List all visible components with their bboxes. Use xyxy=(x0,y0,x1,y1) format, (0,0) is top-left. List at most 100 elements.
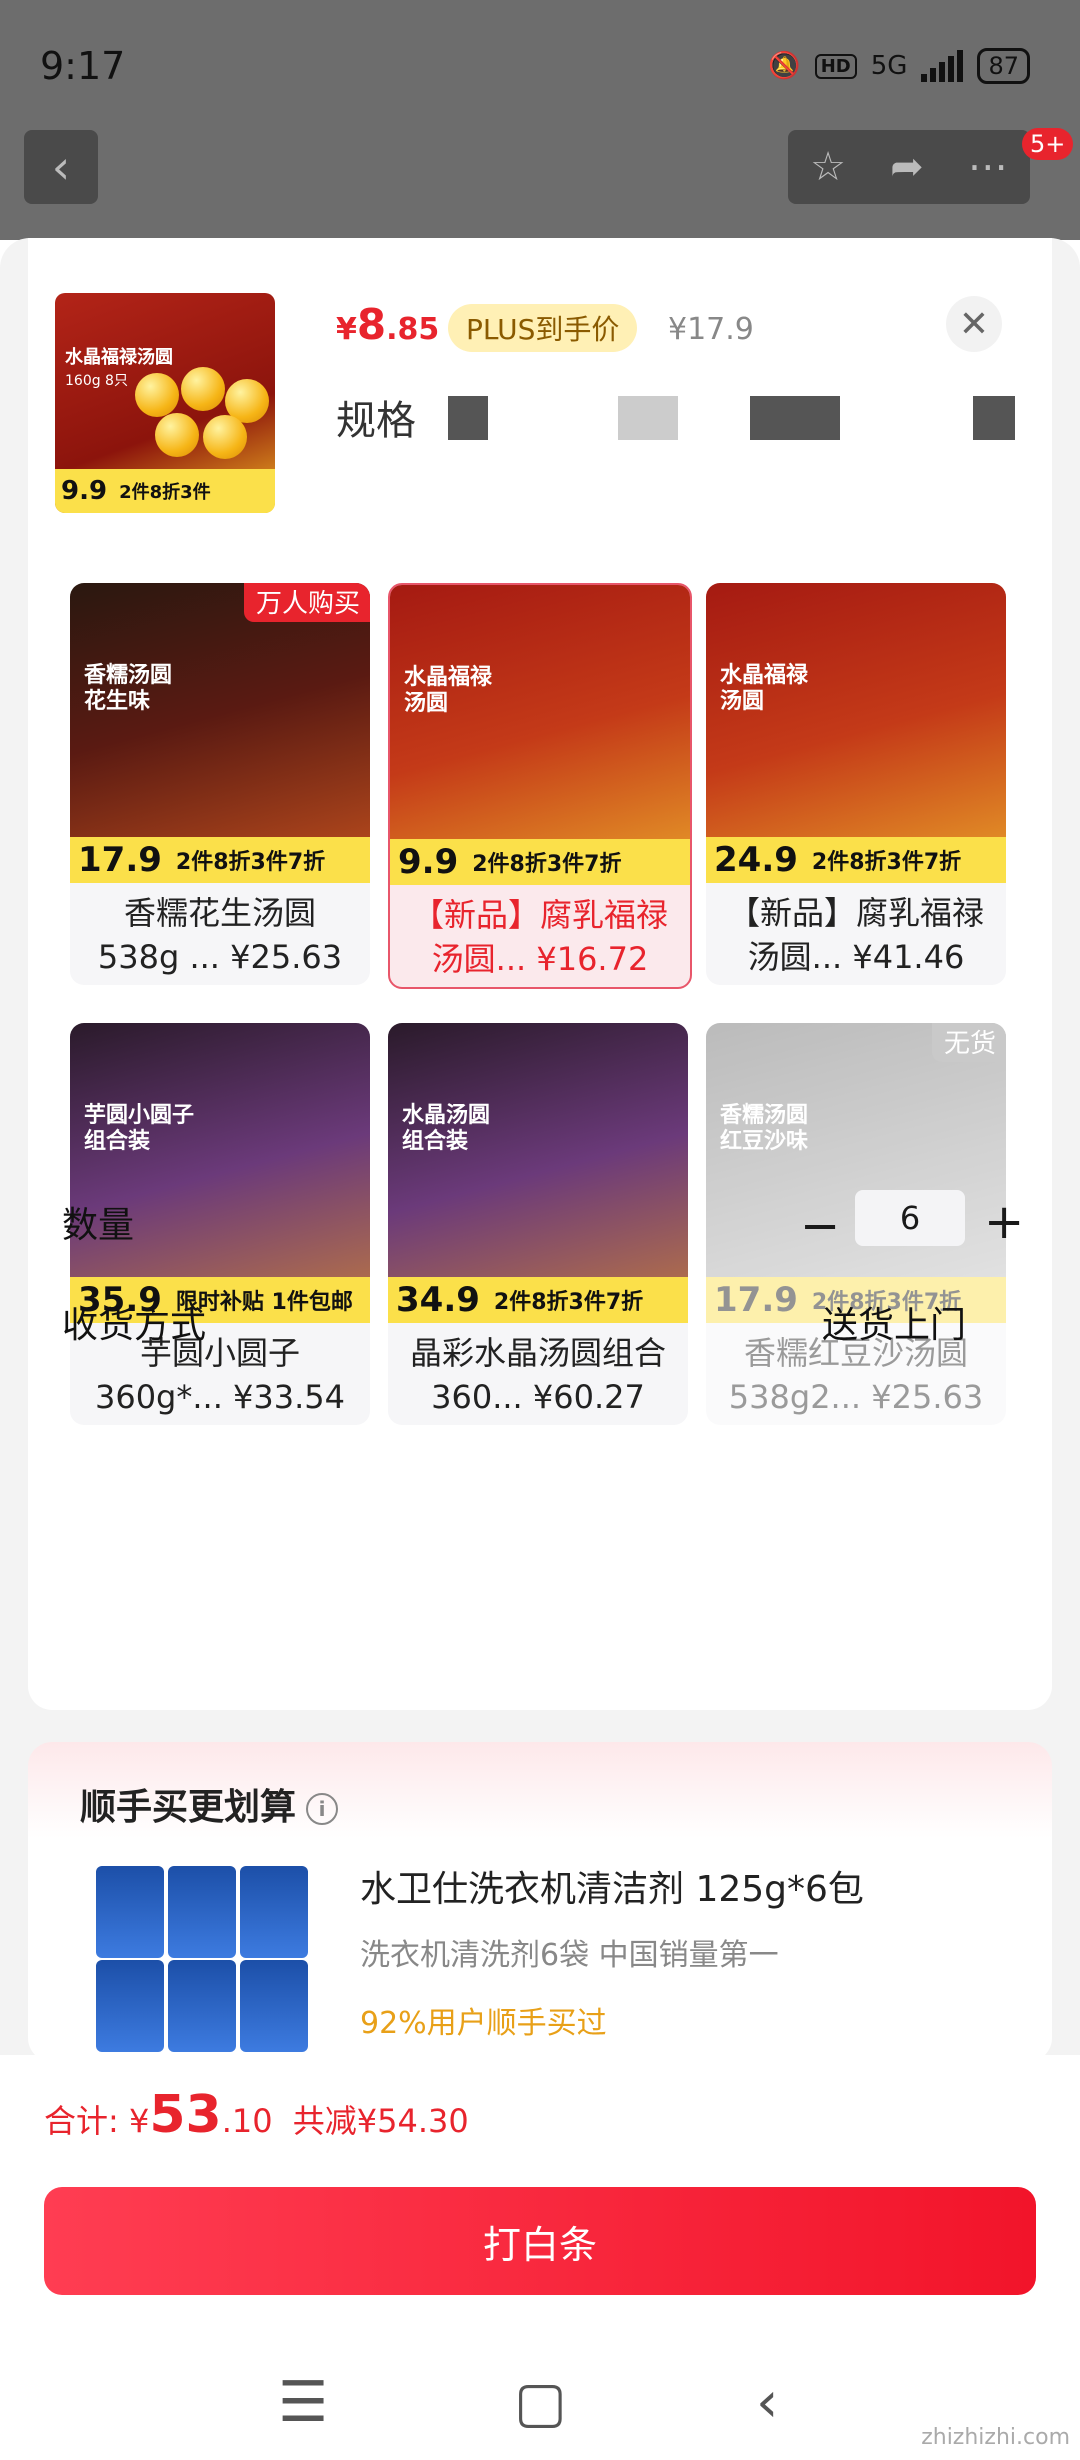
variant-promo-bar: 24.9 2件8折3件7折 xyxy=(706,837,1006,883)
total-discount: 共减¥54.30 xyxy=(292,2102,469,2140)
variant-name: 香糯花生汤圆 538g ... ¥25.63 xyxy=(70,891,370,979)
quantity-plus-button[interactable]: + xyxy=(984,1194,1024,1250)
top-actions: ☆ ➦ ⋯ xyxy=(788,130,1030,204)
price-int: 8 xyxy=(356,300,387,349)
variant-card[interactable]: 香糯汤圆 花生味 17.9 2件8折3件7折 万人购买 香糯花生汤圆 538g ..… xyxy=(70,583,370,985)
status-time: 9:17 xyxy=(40,44,126,88)
variant-image-title: 水晶福禄 汤圆 xyxy=(720,663,809,714)
back-button[interactable]: ‹ xyxy=(24,130,98,204)
close-button[interactable]: ✕ xyxy=(946,296,1002,352)
variant-image: 水晶汤圆 组合装 34.9 2件8折3件7折 xyxy=(388,1023,688,1323)
variant-image-title: 香糯汤圆 红豆沙味 xyxy=(720,1103,809,1154)
thumb-illustration xyxy=(125,363,269,463)
variant-name-line2: 360... ¥60.27 xyxy=(431,1378,645,1416)
thumb-price: 9.9 xyxy=(61,476,108,506)
recommend-product-name[interactable]: 水卫仕洗衣机清洁剂 125g*6包 xyxy=(360,1860,864,1912)
status-bar: 9:17 🔕 HD 5G 87 xyxy=(0,0,1080,130)
current-price: ¥8.85 xyxy=(336,300,439,349)
recommend-product-image[interactable] xyxy=(78,1852,322,2062)
close-icon: ✕ xyxy=(958,303,990,345)
mute-icon: 🔕 xyxy=(768,51,801,81)
system-nav-bar: ☰ ▢ ‹ xyxy=(0,2340,1080,2460)
variant-image-promo: 2件8折3件7折 xyxy=(175,850,326,875)
variant-image: 香糯汤圆 红豆沙味 17.9 2件8折3件7折 xyxy=(706,1023,1006,1323)
thumb-sub: 160g 8只 xyxy=(65,373,128,389)
variant-image-price: 9.9 xyxy=(398,842,459,882)
variant-name-line2: 538g2... ¥25.63 xyxy=(728,1378,984,1416)
watermark: zhizhizhi.com xyxy=(921,2425,1070,2450)
price-symbol: ¥ xyxy=(336,312,357,347)
variant-name-line2: 360g*... ¥33.54 xyxy=(94,1378,346,1416)
share-icon[interactable]: ➦ xyxy=(890,144,924,190)
variant-name-line2: 538g ... ¥25.63 xyxy=(97,938,343,976)
more-icon[interactable]: ⋯ xyxy=(968,144,1008,190)
variant-image-title: 香糯汤圆 花生味 xyxy=(84,663,173,714)
variant-promo-bar: 17.9 2件8折3件7折 xyxy=(70,837,370,883)
quantity-label: 数量 xyxy=(62,1205,135,1246)
variant-image-title: 水晶汤圆 组合装 xyxy=(402,1103,491,1154)
hot-tag: 万人购买 xyxy=(243,583,370,622)
variant-name: 【新品】腐乳福禄 汤圆... ¥16.72 xyxy=(390,893,690,981)
signal-icon xyxy=(921,50,964,82)
back-nav-icon[interactable]: ‹ xyxy=(756,2370,778,2435)
variant-image-title: 芋圆小圆子 组合装 xyxy=(84,1103,195,1154)
variant-name-line1: 【新品】腐乳福禄 xyxy=(411,896,668,934)
variant-image: 香糯汤圆 花生味 17.9 2件8折3件7折 xyxy=(70,583,370,883)
variant-name-line1: 【新品】腐乳福禄 xyxy=(727,894,984,932)
total-label: 合计: xyxy=(44,2102,129,2140)
info-icon[interactable]: i xyxy=(306,1793,339,1825)
out-of-stock-tag: 无货 xyxy=(931,1023,1006,1062)
variant-image-price: 17.9 xyxy=(714,1280,798,1320)
pay-button[interactable]: 打白条 xyxy=(44,2187,1036,2295)
redacted-block xyxy=(618,396,678,440)
variant-name-line2: 汤圆... ¥16.72 xyxy=(431,940,649,978)
price-dec: .85 xyxy=(386,312,440,347)
redacted-block xyxy=(973,396,1015,440)
recommend-title-text: 顺手买更划算 xyxy=(80,1787,297,1828)
variant-name: 【新品】腐乳福禄 汤圆... ¥41.46 xyxy=(706,891,1006,979)
variant-promo-bar: 34.9 2件8折3件7折 xyxy=(388,1277,688,1323)
variant-card[interactable]: 水晶福禄 汤圆 24.9 2件8折3件7折 【新品】腐乳福禄 汤圆... ¥41.4… xyxy=(706,583,1006,985)
variant-name-line1: 晶彩水晶汤圆组合 xyxy=(409,1334,666,1372)
product-thumbnail: 水晶福禄汤圆 160g 8只 9.9 2件8折3件 xyxy=(55,293,275,513)
recommend-product-stat: 92%用户顺手买过 xyxy=(360,2006,607,2041)
variant-card-selected[interactable]: 水晶福禄 汤圆 9.9 2件8折3件7折 【新品】腐乳福禄 汤圆... ¥16.72 xyxy=(388,583,692,989)
redacted-block xyxy=(448,396,488,440)
variant-promo-bar: 9.9 2件8折3件7折 xyxy=(390,839,690,885)
quantity-minus-button[interactable]: − xyxy=(800,1198,840,1254)
original-price: ¥17.9 xyxy=(668,312,754,347)
delivery-value[interactable]: 送货上门 xyxy=(822,1296,966,1348)
chevron-left-icon: ‹ xyxy=(51,140,71,194)
battery-indicator: 87 xyxy=(977,48,1030,84)
variant-image: 水晶福禄 汤圆 9.9 2件8折3件7折 xyxy=(390,585,690,885)
recommend-section: 顺手买更划算 i 水卫仕洗衣机清洁剂 125g*6包 洗衣机清洗剂6袋 中国销量第… xyxy=(28,1742,1052,2062)
spec-label: 规格 xyxy=(336,398,416,444)
total-dec: .10 xyxy=(221,2102,273,2140)
variant-image-title: 水晶福禄 汤圆 xyxy=(404,665,493,716)
variant-name-line1: 香糯花生汤圆 xyxy=(123,894,316,932)
quantity-input[interactable]: 6 xyxy=(855,1190,965,1246)
redacted-block xyxy=(750,396,840,440)
home-icon[interactable]: ▢ xyxy=(514,2370,567,2435)
variant-image-price: 17.9 xyxy=(78,840,162,880)
plus-price-tag: PLUS到手价 xyxy=(448,304,638,352)
total-int: 53 xyxy=(149,2085,222,2145)
variant-card[interactable]: 水晶汤圆 组合装 34.9 2件8折3件7折 晶彩水晶汤圆组合 360... ¥60… xyxy=(388,1023,688,1425)
recommend-product-desc: 洗衣机清洗剂6袋 中国销量第一 xyxy=(360,1938,779,1973)
network-label: 5G xyxy=(870,51,908,81)
variant-name: 晶彩水晶汤圆组合 360... ¥60.27 xyxy=(388,1331,688,1419)
hd-badge: HD xyxy=(814,53,857,79)
variant-image-price: 24.9 xyxy=(714,840,798,880)
variant-image-promo: 2件8折3件7折 xyxy=(493,1290,644,1315)
thumb-promo: 2件8折3件 xyxy=(119,482,211,503)
menu-icon[interactable]: ☰ xyxy=(278,2370,328,2435)
variant-image-promo: 2件8折3件7折 xyxy=(472,852,622,877)
total-symbol: ¥ xyxy=(128,2102,150,2140)
variant-image-price: 34.9 xyxy=(396,1280,480,1320)
status-icons: 🔕 HD 5G 87 xyxy=(768,48,1030,84)
star-icon[interactable]: ☆ xyxy=(810,144,846,190)
total-price: 合计: ¥53.10 共减¥54.30 xyxy=(44,2085,469,2145)
variant-image: 芋圆小圆子 组合装 35.9 限时补贴 1件包邮 xyxy=(70,1023,370,1323)
notification-badge: 5+ xyxy=(1022,128,1074,160)
thumb-promo-bar: 9.9 2件8折3件 xyxy=(55,469,275,513)
